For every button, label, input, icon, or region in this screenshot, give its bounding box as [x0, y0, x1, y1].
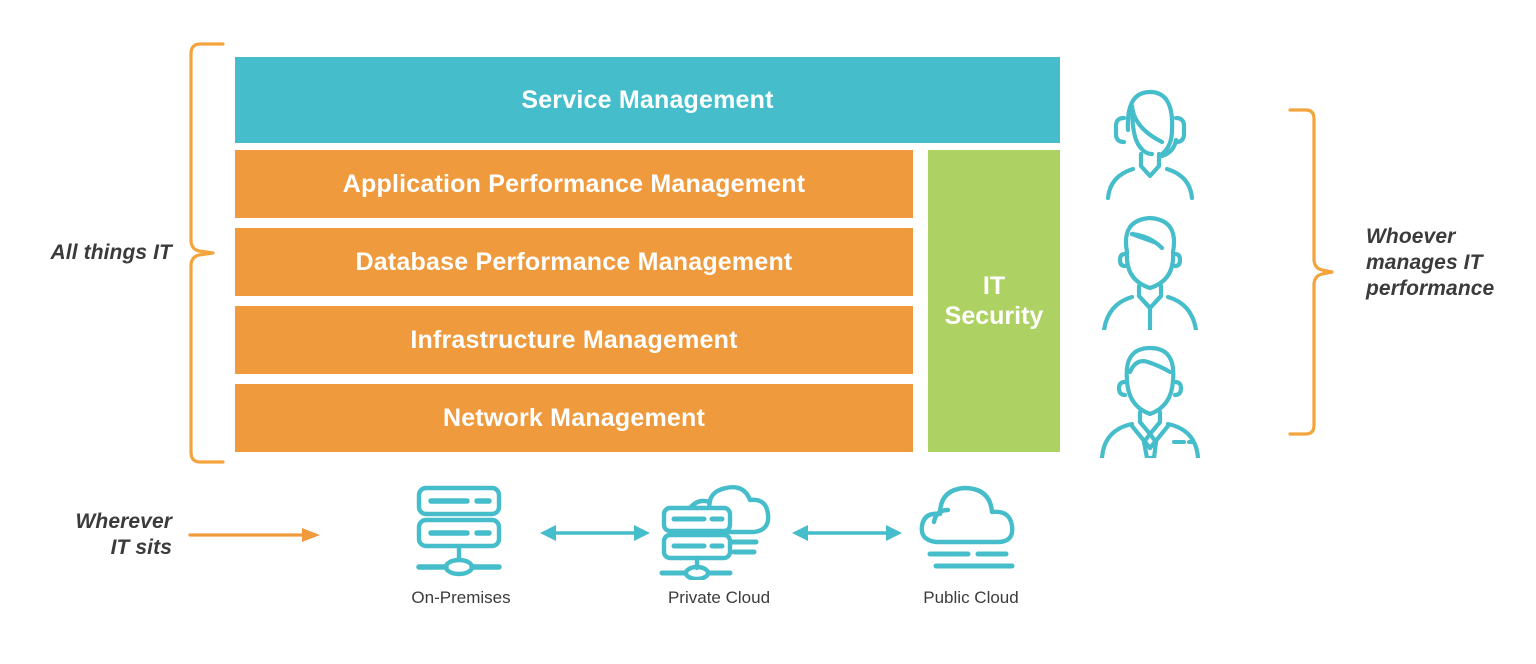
- bar-database-performance-management[interactable]: Database Performance Management: [235, 228, 913, 296]
- bar-it-security[interactable]: IT Security: [928, 150, 1060, 452]
- person-suit-tie-icon: [1088, 330, 1212, 461]
- person-headset-icon: [1088, 72, 1212, 201]
- deployment-row: On-Premises Private Cloud Public Cloud: [0, 480, 1536, 640]
- node-on-premises-label: On-Premises: [411, 588, 511, 607]
- bar-infrastructure-management[interactable]: Infrastructure Management: [235, 306, 913, 374]
- node-private-cloud-label: Private Cloud: [667, 588, 771, 607]
- onprem-private-link-icon: [540, 525, 650, 541]
- bar-application-performance-management[interactable]: Application Performance Management: [235, 150, 913, 218]
- label-all-things-it: All things IT: [50, 241, 172, 264]
- left-bracket: [189, 42, 225, 464]
- bar-service-management[interactable]: Service Management: [235, 57, 1060, 143]
- node-private-cloud[interactable]: Private Cloud: [629, 480, 809, 608]
- bar-it-security-label: IT Security: [944, 272, 1044, 330]
- person-casual-icon: [1088, 202, 1212, 333]
- server-rack-icon: [371, 480, 551, 580]
- node-public-cloud[interactable]: Public Cloud: [881, 480, 1061, 608]
- label-whoever-manages-it-performance: Whoever manages IT performance: [1366, 225, 1495, 300]
- right-bracket: [1288, 108, 1334, 436]
- node-on-premises[interactable]: On-Premises: [371, 480, 551, 608]
- people-group: [1088, 72, 1212, 461]
- node-public-cloud-label: Public Cloud: [923, 588, 1019, 607]
- server-cloud-icon: [629, 480, 809, 580]
- diagram-canvas: All things IT Service Management Applica…: [0, 0, 1536, 664]
- cloud-icon: [881, 480, 1061, 580]
- bar-network-management[interactable]: Network Management: [235, 384, 913, 452]
- private-public-link-icon: [792, 525, 902, 541]
